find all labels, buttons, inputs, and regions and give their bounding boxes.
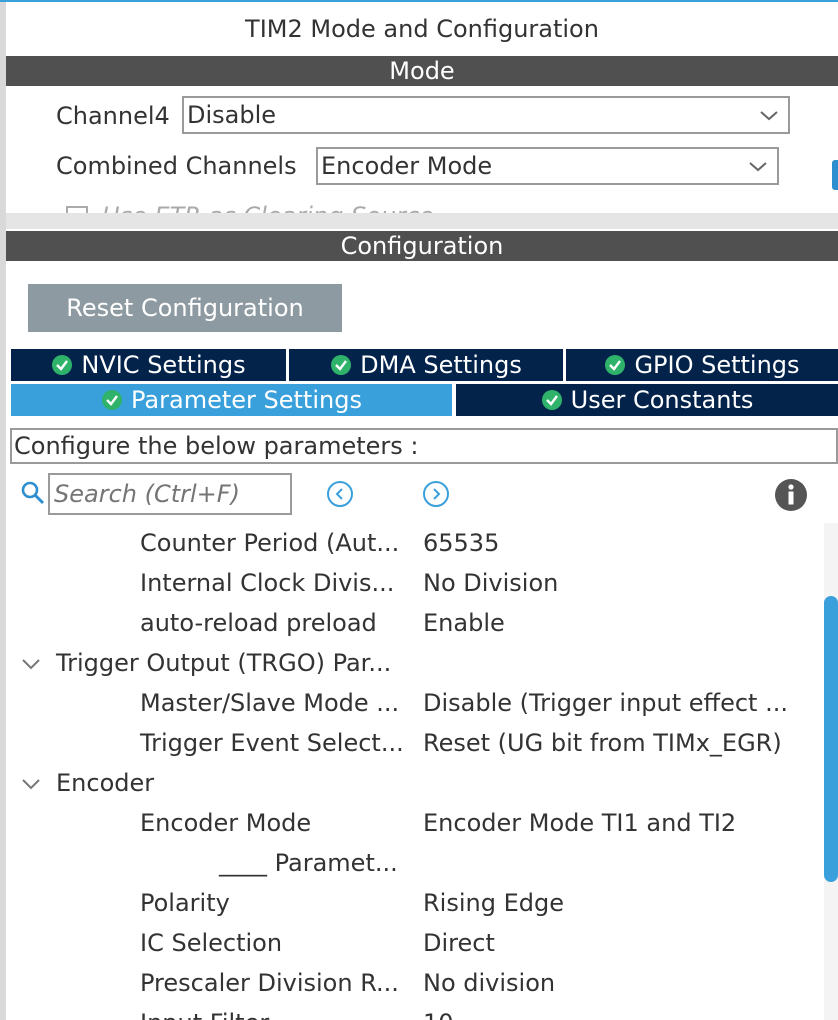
tab-gpio-settings[interactable]: GPIO Settings [566,349,838,381]
param-name: IC Selection [140,929,283,957]
param-row[interactable]: Encoder Mode Encoder Mode TI1 and TI2 [6,803,824,843]
chevron-down-icon [760,111,778,121]
combined-channels-select-value: Encoder Mode [321,152,493,180]
param-name: auto-reload preload [140,609,377,637]
combined-channels-label: Combined Channels [56,152,297,180]
param-name: Counter Period (Aut... [140,529,400,557]
tab-user-constants-label: User Constants [570,386,754,414]
check-circle-icon [102,390,123,410]
param-row[interactable]: Internal Clock Divis... No Division [6,563,824,603]
param-row[interactable]: auto-reload preload Enable [6,603,824,643]
param-value: No division [423,969,556,997]
group-name: Trigger Output (TRGO) Par... [56,649,392,677]
chevron-down-icon[interactable] [20,773,42,795]
scroll-indicator[interactable] [832,160,838,190]
param-name: Trigger Event Select... [140,729,404,757]
chevron-down-icon [749,162,767,172]
param-value: Direct [423,929,495,957]
chevron-down-icon[interactable] [20,653,42,675]
search-field[interactable] [48,473,292,515]
param-value: Disable (Trigger input effect ... [423,689,788,717]
next-match-icon[interactable] [422,480,450,508]
tab-dma-settings[interactable]: DMA Settings [289,349,563,381]
search-icon [21,481,45,505]
param-value: Rising Edge [423,889,564,917]
param-subheader: ____ Paramet... [6,843,824,883]
channel4-label: Channel4 [56,102,170,130]
param-name: Prescaler Division R... [140,969,399,997]
tab-nvic-settings[interactable]: NVIC Settings [11,349,286,381]
param-name: Internal Clock Divis... [140,569,395,597]
param-row[interactable]: Polarity Rising Edge [6,883,824,923]
param-row[interactable]: IC Selection Direct [6,923,824,963]
param-value: No Division [423,569,559,597]
reset-configuration-button[interactable]: Reset Configuration [28,284,342,332]
param-row[interactable]: Prescaler Division R... No division [6,963,824,1003]
configuration-section-header[interactable]: Configuration [6,231,838,261]
mode-panel: Channel4 Disable Combined Channels Encod… [6,86,838,216]
param-row[interactable]: Counter Period (Aut... 65535 [6,523,824,563]
previous-match-icon[interactable] [326,480,354,508]
group-name: Encoder [56,769,155,797]
param-name: Master/Slave Mode ... [140,689,400,717]
tab-gpio-label: GPIO Settings [634,351,800,379]
mode-section-header[interactable]: Mode [6,56,838,86]
parameters-description: Configure the below parameters : [10,428,838,464]
panel-splitter[interactable] [6,213,838,229]
parameter-tree: Counter Period (Aut... 65535 Internal Cl… [6,523,824,1020]
tab-parameter-settings[interactable]: Parameter Settings [11,384,452,416]
subheader-name: ____ Paramet... [219,849,398,877]
param-row[interactable]: Input Filter 10 [6,1003,824,1020]
check-circle-icon [541,390,562,410]
param-name: Input Filter [140,1009,269,1020]
check-circle-icon [605,355,626,375]
param-value: Encoder Mode TI1 and TI2 [423,809,737,837]
tree-group-encoder[interactable]: Encoder [6,763,824,803]
param-value: 65535 [423,529,500,557]
scrollbar-thumb[interactable] [824,596,838,882]
param-name: Encoder Mode [140,809,312,837]
check-circle-icon [331,355,352,375]
tab-parameter-label: Parameter Settings [131,386,362,414]
channel4-select-value: Disable [187,101,277,129]
param-row[interactable]: Trigger Event Select... Reset (UG bit fr… [6,723,824,763]
search-input[interactable] [54,480,290,508]
param-value: Enable [423,609,505,637]
window-title: TIM2 Mode and Configuration [245,15,599,43]
info-icon[interactable] [774,478,808,512]
tab-user-constants[interactable]: User Constants [456,384,838,416]
param-row[interactable]: Master/Slave Mode ... Disable (Trigger i… [6,683,824,723]
tree-group-trigger-output[interactable]: Trigger Output (TRGO) Par... [6,643,824,683]
param-value: 10 [423,1009,454,1020]
check-circle-icon [52,355,73,375]
param-name: Polarity [140,889,230,917]
tab-nvic-label: NVIC Settings [81,351,246,379]
combined-channels-select[interactable]: Encoder Mode [316,147,779,185]
tab-dma-label: DMA Settings [360,351,522,379]
param-value: Reset (UG bit from TIMx_EGR) [423,729,782,757]
channel4-select[interactable]: Disable [182,96,790,134]
